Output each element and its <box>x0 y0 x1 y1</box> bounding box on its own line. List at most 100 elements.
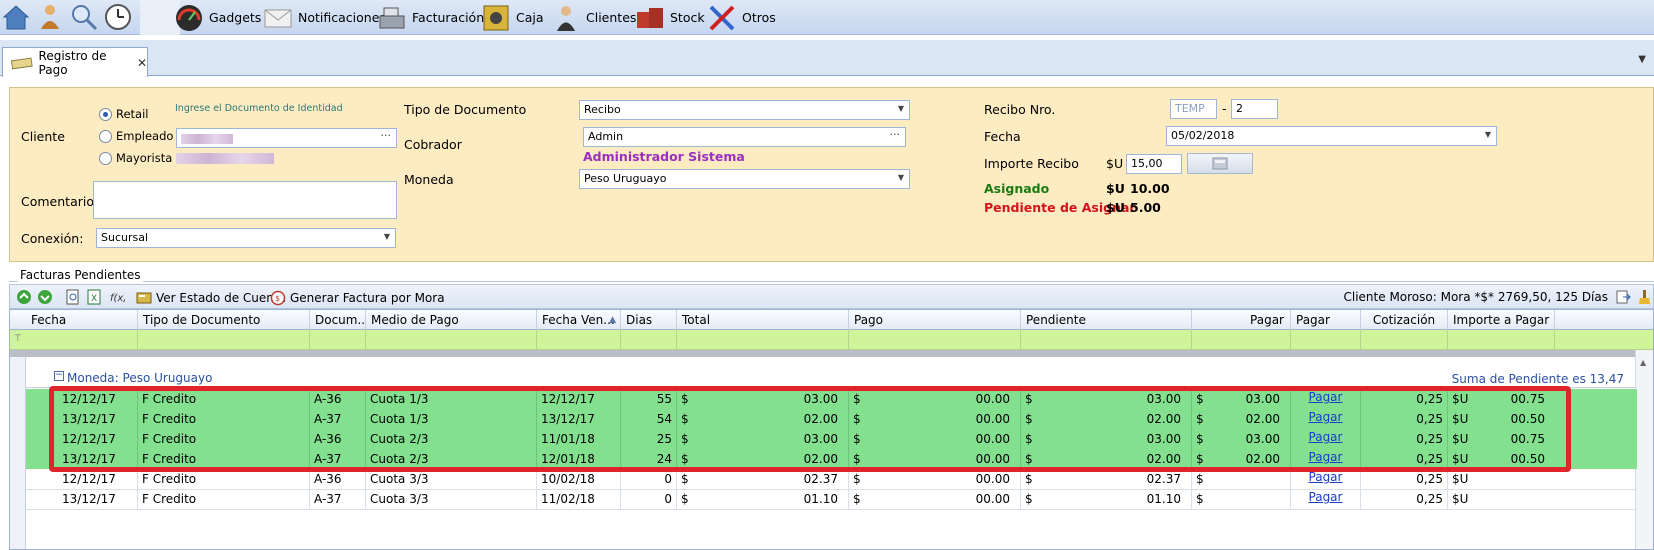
collapse-group-icon[interactable]: − <box>54 371 64 381</box>
ver-estado-cuenta-label: Ver Estado de Cuenta <box>156 291 286 305</box>
radio-empleado[interactable] <box>99 130 112 143</box>
tab-close-icon[interactable]: ✕ <box>137 56 147 70</box>
column-header[interactable]: Pagar <box>1192 310 1291 330</box>
filter-cell[interactable] <box>310 330 366 350</box>
table-row[interactable]: 12/12/17 F Credito A-36 Cuota 3/3 10/02/… <box>26 469 1637 489</box>
cell-pago: $00.00 <box>849 489 1021 509</box>
tab-list-dropdown-icon[interactable]: ▼ <box>1638 54 1646 65</box>
filter-cell[interactable] <box>1448 330 1555 350</box>
document-hint: Ingrese el Documento de Identidad <box>175 103 343 114</box>
toolbar-facturacion[interactable]: Facturación <box>376 0 484 35</box>
scroll-up-icon[interactable]: ▲ <box>1640 358 1646 367</box>
filter-cell[interactable] <box>1291 330 1361 350</box>
pagar-link[interactable]: Pagar <box>1291 489 1360 505</box>
filter-cell[interactable] <box>849 330 1021 350</box>
column-header[interactable]: Importe a Pagar <box>1448 310 1555 330</box>
column-header[interactable]: Tipo de Documento <box>138 310 310 330</box>
clock-icon[interactable] <box>102 1 134 33</box>
group-row[interactable]: − Moneda: Peso Uruguayo Suma de Pendient… <box>26 366 1636 388</box>
radio-empleado-label: Empleado <box>116 129 174 143</box>
tipo-documento-select[interactable]: Recibo ▼ <box>579 100 910 120</box>
excel-export-icon[interactable]: X <box>86 289 102 305</box>
cash-register-icon <box>379 7 405 28</box>
cell-pagar-amount[interactable]: $ <box>1192 469 1291 489</box>
filter-cell[interactable] <box>621 330 677 350</box>
filter-cell[interactable] <box>1192 330 1291 350</box>
chevron-down-icon[interactable]: ▼ <box>1485 130 1491 139</box>
filter-cell[interactable] <box>1361 330 1448 350</box>
radio-retail[interactable] <box>99 108 112 121</box>
column-header[interactable]: Dias <box>621 310 677 330</box>
fecha-value: 05/02/2018 <box>1171 129 1235 142</box>
fecha-date-picker[interactable]: 05/02/2018 ▼ <box>1166 126 1497 146</box>
filter-icon: ⊤ <box>14 334 22 344</box>
filter-cell[interactable] <box>537 330 621 350</box>
radio-mayorista-label: Mayorista <box>116 151 173 165</box>
cell-pendiente-value: 02.37 <box>1146 472 1181 486</box>
filter-cell[interactable] <box>366 330 537 350</box>
toolbar-clientes[interactable]: Clientes <box>550 0 636 35</box>
recibo-serie-input[interactable]: TEMP <box>1170 99 1217 119</box>
users-icon[interactable] <box>34 1 66 33</box>
filter-cell[interactable] <box>138 330 310 350</box>
document-id-input[interactable]: ··· <box>176 128 397 148</box>
cell-dias: 0 <box>621 489 677 509</box>
importe-recibo-input[interactable]: 15,00 <box>1126 154 1182 174</box>
toolbar-otros[interactable]: Otros <box>706 0 776 35</box>
cell-total-value: 01.10 <box>803 492 838 506</box>
print-preview-icon[interactable] <box>65 289 81 305</box>
cell-cotizacion: 0,25 <box>1361 489 1448 509</box>
radio-mayorista[interactable] <box>99 152 112 165</box>
calculator-button[interactable] <box>1187 153 1253 174</box>
filter-row[interactable]: ⊤ <box>10 330 1653 350</box>
cell-pendiente: $02.37 <box>1021 469 1192 489</box>
move-up-icon[interactable] <box>16 289 32 305</box>
lookup-ellipsis-button[interactable]: ··· <box>381 129 392 142</box>
group-label: Moneda: Peso Uruguayo <box>67 371 213 385</box>
search-icon[interactable] <box>68 1 100 33</box>
column-header[interactable]: Pagar <box>1291 310 1361 330</box>
cobrador-name: Administrador Sistema <box>583 149 745 164</box>
comentarios-label: Comentarios <box>21 194 101 209</box>
column-header[interactable]: Fecha Ven... ▲ <box>537 310 621 330</box>
column-header[interactable]: Fecha <box>26 310 138 330</box>
column-header[interactable]: Total <box>677 310 849 330</box>
formula-icon[interactable]: f(x) <box>109 289 125 305</box>
table-row[interactable]: 13/12/17 F Credito A-37 Cuota 3/3 11/02/… <box>26 489 1637 509</box>
group-summary: Suma de Pendiente es 13,47 <box>1451 372 1624 386</box>
column-header[interactable]: Pago <box>849 310 1021 330</box>
home-icon[interactable] <box>0 1 32 33</box>
filter-cell[interactable] <box>1021 330 1192 350</box>
column-header[interactable]: Medio de Pago <box>366 310 537 330</box>
clear-brush-icon[interactable] <box>1637 289 1653 305</box>
pendiente-value: 5.00 <box>1130 200 1161 215</box>
cobrador-input[interactable]: Admin ··· <box>583 127 906 147</box>
cell-pagar-amount[interactable]: $ <box>1192 489 1291 509</box>
tab-registro-de-pago[interactable]: Registro de Pago ✕ <box>2 47 148 77</box>
cell-pago-value: 00.00 <box>975 472 1010 486</box>
conexion-value: Sucursal <box>101 231 149 244</box>
column-header[interactable]: Pendiente <box>1021 310 1192 330</box>
conexion-select[interactable]: Sucursal ▼ <box>96 228 396 248</box>
lookup-ellipsis-button[interactable]: ··· <box>890 128 901 141</box>
toolbar-stock[interactable]: Stock <box>634 0 705 35</box>
toolbar-caja[interactable]: Caja <box>480 0 544 35</box>
cliente-label: Cliente <box>21 129 65 144</box>
toolbar-notificaciones[interactable]: Notificaciones <box>262 0 386 35</box>
export-icon[interactable] <box>1615 289 1631 305</box>
recibo-numero-input[interactable]: 2 <box>1231 99 1278 119</box>
toolbar-gadgets[interactable]: Gadgets <box>173 0 261 35</box>
filter-cell[interactable] <box>677 330 849 350</box>
comentarios-textarea[interactable] <box>93 181 397 219</box>
ver-estado-cuenta-button[interactable]: Ver Estado de Cuenta <box>136 289 286 307</box>
column-header-label: Fecha Ven... <box>542 313 615 327</box>
moneda-select[interactable]: Peso Uruguayo ▼ <box>579 169 910 189</box>
vertical-scrollbar[interactable]: ▲ <box>1635 350 1653 549</box>
column-header[interactable]: Docum... <box>310 310 366 330</box>
generar-factura-mora-button[interactable]: $ Generar Factura por Mora <box>270 289 445 307</box>
column-header[interactable]: Cotización <box>1361 310 1448 330</box>
filter-cell[interactable] <box>26 330 138 350</box>
move-down-icon[interactable] <box>37 289 53 305</box>
redacted-document <box>181 134 233 144</box>
account-statement-icon <box>136 292 152 304</box>
